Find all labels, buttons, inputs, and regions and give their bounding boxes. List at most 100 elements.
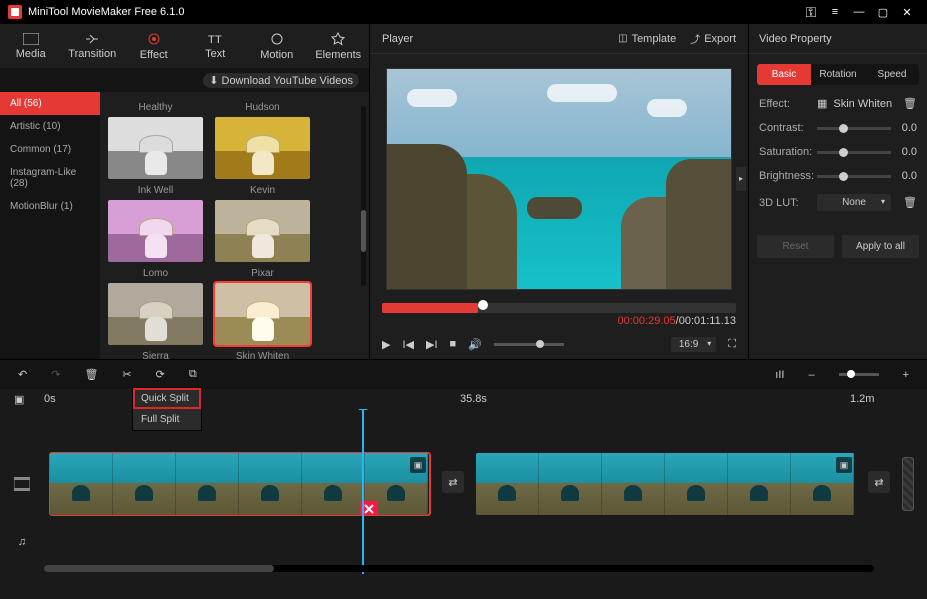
stop-button[interactable]: ■ <box>450 338 457 350</box>
contrast-slider[interactable] <box>817 127 891 130</box>
effect-swatch-icon: ▦ <box>817 97 827 110</box>
volume-icon[interactable]: 🔊 <box>468 338 482 351</box>
saturation-slider[interactable] <box>817 151 891 154</box>
clip-1[interactable]: ▣ <box>50 453 430 515</box>
close-button[interactable]: ✕ <box>895 0 919 24</box>
tab-motion[interactable]: Motion <box>246 24 308 68</box>
properties-panel: Video Property Basic Rotation Speed Effe… <box>749 24 927 359</box>
tab-elements[interactable]: Elements <box>308 24 370 68</box>
zoom-slider[interactable] <box>839 373 879 376</box>
video-preview[interactable] <box>386 68 732 290</box>
speed-button[interactable]: ⟳ <box>156 368 165 381</box>
effect-grid: Healthy Hudson Ink Well Kevin Lomo Pixar… <box>100 92 369 359</box>
effect-healthy[interactable]: Healthy <box>108 102 203 113</box>
cat-instagram[interactable]: Instagram-Like (28) <box>0 161 100 195</box>
transition-slot-1[interactable]: ⇄ <box>442 471 464 493</box>
effect-scrollbar-thumb[interactable] <box>361 210 366 252</box>
video-track: ▣ ⇄ ▣ ⇄ <box>0 449 927 519</box>
audio-track-header[interactable]: ♫ <box>0 519 44 565</box>
cat-artistic[interactable]: Artistic (10) <box>0 115 100 138</box>
volume-slider[interactable] <box>494 343 564 346</box>
app-title: MiniTool MovieMaker Free 6.1.0 <box>28 6 799 18</box>
effect-sierra[interactable]: Sierra <box>108 283 203 359</box>
reset-button[interactable]: Reset <box>757 235 834 258</box>
effect-skinwhiten[interactable]: Skin Whiten <box>215 283 310 359</box>
tab-media[interactable]: Media <box>0 24 62 68</box>
quick-split-item[interactable]: Quick Split <box>133 388 201 409</box>
player-title: Player <box>382 33 604 45</box>
playhead[interactable] <box>362 409 364 574</box>
next-button[interactable]: ▶I <box>426 338 438 351</box>
effect-hudson[interactable]: Hudson <box>215 102 310 113</box>
panel-collapse-handle[interactable]: ▸ <box>736 167 746 191</box>
seek-bar[interactable] <box>382 303 736 313</box>
brightness-row: Brightness:0.0 <box>749 164 927 188</box>
undo-button[interactable]: ↶ <box>18 368 27 381</box>
effect-categories: All (56) Artistic (10) Common (17) Insta… <box>0 92 100 359</box>
svg-text:T: T <box>208 34 215 45</box>
player-stage: ▸ <box>370 54 748 303</box>
library-panel: Media Transition Effect TTText Motion El… <box>0 24 370 359</box>
delete-button[interactable]: 🗑 <box>84 368 98 381</box>
svg-text:T: T <box>215 34 222 45</box>
export-button[interactable]: ⤴ Export <box>690 31 736 46</box>
zoom-in-button[interactable]: + <box>903 369 909 381</box>
timeline: ▣ ⇄ ▣ ⇄ ♫ <box>0 409 927 574</box>
aspect-select[interactable]: 16:9 <box>671 337 716 352</box>
cat-all[interactable]: All (56) <box>0 92 100 115</box>
prev-button[interactable]: I◀ <box>402 338 414 351</box>
audio-track[interactable]: ♫ <box>0 519 927 565</box>
library-tabs: Media Transition Effect TTText Motion El… <box>0 24 369 68</box>
redo-button[interactable]: ↷ <box>51 368 60 381</box>
tab-text[interactable]: TTText <box>185 24 247 68</box>
download-youtube-button[interactable]: ⬇ Download YouTube Videos <box>203 73 359 88</box>
effect-inkwell[interactable]: Ink Well <box>108 117 203 196</box>
brightness-slider[interactable] <box>817 175 891 178</box>
split-menu: Quick Split Full Split <box>132 387 202 431</box>
tab-transition[interactable]: Transition <box>62 24 124 68</box>
timeline-end-strip <box>902 457 914 511</box>
ptab-speed[interactable]: Speed <box>865 64 919 85</box>
lut-row: 3D LUT: None 🗑 <box>749 188 927 217</box>
delete-effect-button[interactable]: 🗑 <box>903 97 917 110</box>
crop-button[interactable]: ⧉ <box>189 368 197 381</box>
player-controls: ▶ I◀ ▶I ■ 🔊 16:9 ⛶ <box>370 329 748 359</box>
video-track-header[interactable] <box>0 449 44 519</box>
minimize-button[interactable]: — <box>847 0 871 24</box>
cat-common[interactable]: Common (17) <box>0 138 100 161</box>
property-tabs: Basic Rotation Speed <box>757 64 919 85</box>
ptab-basic[interactable]: Basic <box>757 64 811 85</box>
play-button[interactable]: ▶ <box>382 338 390 351</box>
ptab-rotation[interactable]: Rotation <box>811 64 865 85</box>
apply-all-button[interactable]: Apply to all <box>842 235 919 258</box>
saturation-row: Saturation:0.0 <box>749 140 927 164</box>
menu-icon[interactable]: ≡ <box>823 0 847 24</box>
clip-2-trim-icon[interactable]: ▣ <box>836 457 852 473</box>
full-split-item[interactable]: Full Split <box>133 409 201 430</box>
maximize-button[interactable]: ▢ <box>871 0 895 24</box>
contrast-row: Contrast:0.0 <box>749 116 927 140</box>
timeline-toolbar: ↶ ↷ 🗑 ✂ ⟳ ⧉ ıII – + Quick Split Full Spl… <box>0 359 927 389</box>
effect-lomo[interactable]: Lomo <box>108 200 203 279</box>
tab-effect[interactable]: Effect <box>123 24 185 68</box>
layers-icon[interactable]: ▣ <box>14 393 24 406</box>
transition-slot-2[interactable]: ⇄ <box>868 471 890 493</box>
delete-lut-button[interactable]: 🗑 <box>903 196 917 209</box>
titlebar: MiniTool MovieMaker Free 6.1.0 ⚿ ≡ — ▢ ✕ <box>0 0 927 24</box>
cat-motionblur[interactable]: MotionBlur (1) <box>0 195 100 218</box>
split-button[interactable]: ✂ <box>122 368 131 381</box>
lut-select[interactable]: None <box>817 194 891 211</box>
clip-2[interactable]: ▣ <box>476 453 856 515</box>
effect-scrollbar-track <box>361 106 366 286</box>
time-readout: 00:00:29.05 / 00:01:11.13 <box>370 313 748 329</box>
effect-kevin[interactable]: Kevin <box>215 117 310 196</box>
timeline-scrollbar[interactable] <box>44 565 874 572</box>
key-icon[interactable]: ⚿ <box>799 0 823 24</box>
clip-1-trim-icon[interactable]: ▣ <box>410 457 426 473</box>
zoom-out-button[interactable]: – <box>808 369 814 381</box>
template-button[interactable]: ◫ Template <box>618 33 676 45</box>
player-panel: Player ◫ Template ⤴ Export ▸ 00:00:29 <box>370 24 749 359</box>
effect-pixar[interactable]: Pixar <box>215 200 310 279</box>
fullscreen-button[interactable]: ⛶ <box>728 338 736 351</box>
audio-toggle-icon[interactable]: ıII <box>775 369 784 381</box>
